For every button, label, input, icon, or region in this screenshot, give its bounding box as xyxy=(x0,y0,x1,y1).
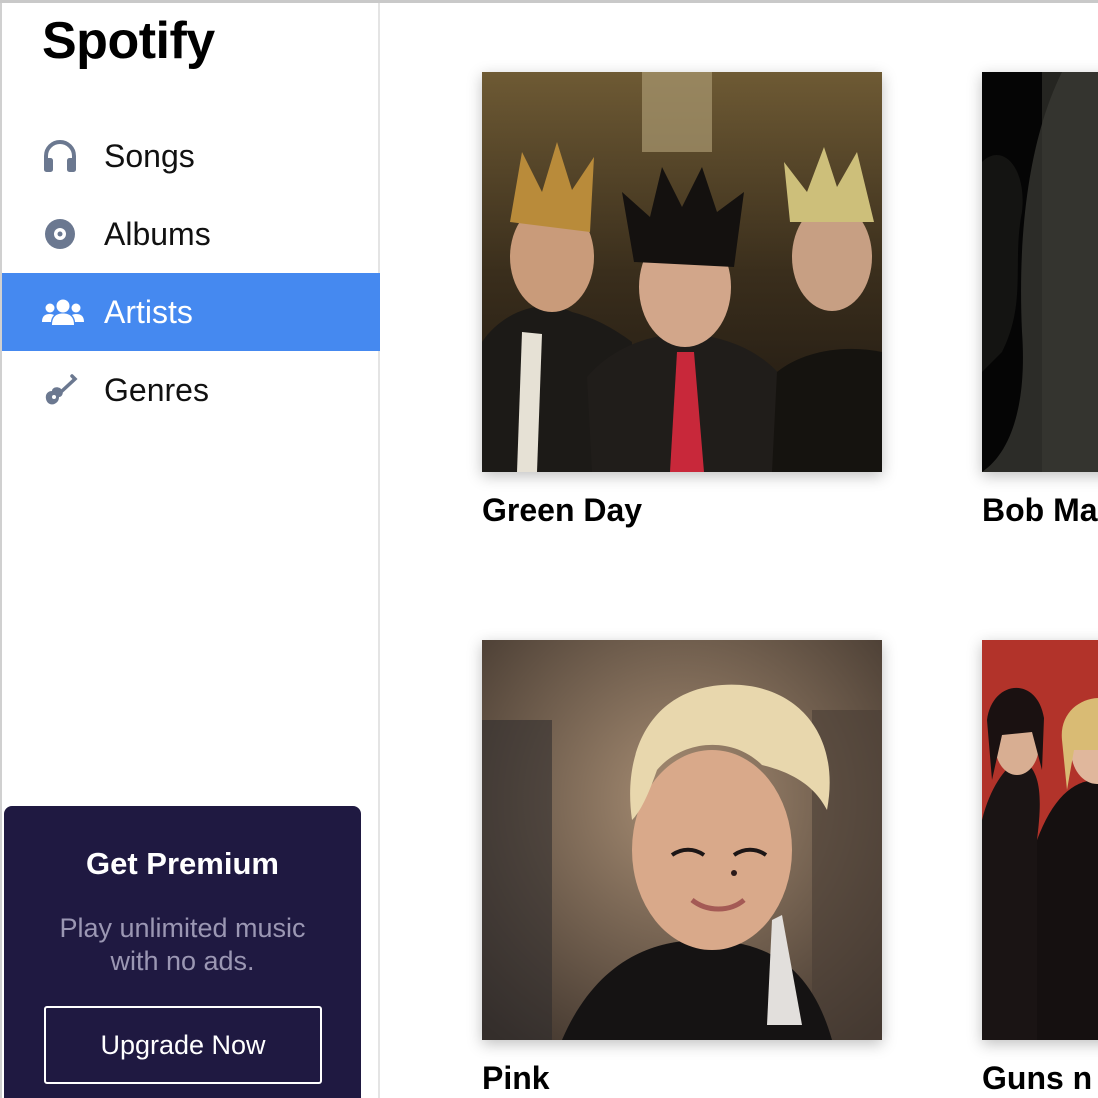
app-logo[interactable]: Spotify xyxy=(42,11,215,71)
sidebar-nav: Songs Albums Artists Genres xyxy=(2,117,380,429)
sidebar-item-albums[interactable]: Albums xyxy=(2,195,380,273)
disc-icon xyxy=(42,216,84,252)
sidebar-item-songs[interactable]: Songs xyxy=(2,117,380,195)
sidebar-item-label: Albums xyxy=(104,215,211,252)
artist-card[interactable]: Pink xyxy=(482,640,882,1097)
artist-name[interactable]: Guns n xyxy=(982,1060,1098,1097)
artist-photo[interactable] xyxy=(982,72,1098,472)
premium-card: Get Premium Play unlimited music with no… xyxy=(4,806,361,1098)
guitar-icon xyxy=(42,372,84,408)
sidebar-item-label: Artists xyxy=(104,293,193,330)
sidebar-item-label: Genres xyxy=(104,371,209,408)
artist-name[interactable]: Bob Ma xyxy=(982,492,1098,529)
sidebar-item-label: Songs xyxy=(104,137,195,174)
artist-photo[interactable] xyxy=(482,640,882,1040)
artist-photo[interactable] xyxy=(482,72,882,472)
sidebar: Spotify Songs Albums Artists Genres Get … xyxy=(0,3,380,1098)
upgrade-now-button[interactable]: Upgrade Now xyxy=(44,1006,322,1084)
artist-photo[interactable] xyxy=(982,640,1098,1040)
artist-card[interactable]: Bob Ma xyxy=(982,72,1098,529)
premium-description: Play unlimited music with no ads. xyxy=(59,913,306,976)
users-icon xyxy=(42,294,84,330)
premium-title: Get Premium xyxy=(86,846,279,881)
artist-name[interactable]: Green Day xyxy=(482,492,882,529)
artists-grid: Green Day Bob Ma Pink Guns n xyxy=(380,3,1098,1098)
sidebar-item-artists[interactable]: Artists xyxy=(2,273,380,351)
sidebar-item-genres[interactable]: Genres xyxy=(2,351,380,429)
headphones-icon xyxy=(42,138,84,174)
app-window: Spotify Songs Albums Artists Genres Get … xyxy=(0,0,1098,1098)
artist-card[interactable]: Green Day xyxy=(482,72,882,529)
artist-card[interactable]: Guns n xyxy=(982,640,1098,1097)
artist-name[interactable]: Pink xyxy=(482,1060,882,1097)
